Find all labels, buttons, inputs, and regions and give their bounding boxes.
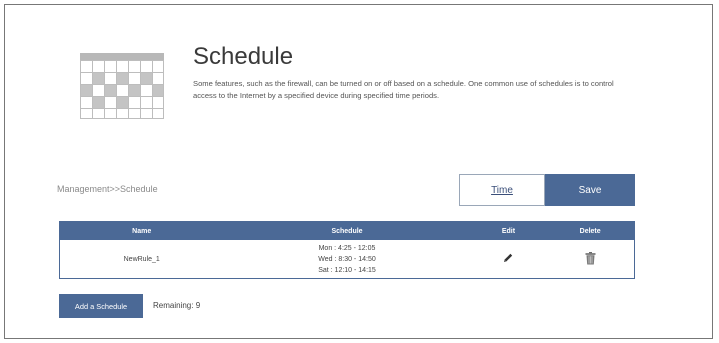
add-schedule-button[interactable]: Add a Schedule <box>59 294 143 318</box>
schedule-table: Name Schedule Edit Delete NewRule_1 Mon … <box>59 221 635 279</box>
page-title: Schedule <box>193 43 294 70</box>
breadcrumb: Management>>Schedule <box>57 184 158 194</box>
schedule-entry: Wed : 8:30 - 14:50 <box>318 255 376 263</box>
page-frame: Schedule Some features, such as the fire… <box>4 4 713 339</box>
pencil-icon[interactable] <box>502 252 514 266</box>
rule-name: NewRule_1 <box>123 255 160 263</box>
schedule-entry: Sat : 12:10 - 14:15 <box>318 266 376 274</box>
column-header-delete: Delete <box>579 227 601 235</box>
column-header-edit: Edit <box>501 227 516 235</box>
rule-schedule: Mon : 4:25 - 12:05 Wed : 8:30 - 14:50 Sa… <box>223 243 470 276</box>
table-row: NewRule_1 Mon : 4:25 - 12:05 Wed : 8:30 … <box>60 240 634 278</box>
remaining-count: Remaining: 9 <box>153 301 201 310</box>
trash-icon[interactable] <box>585 251 596 267</box>
save-button[interactable]: Save <box>545 174 635 206</box>
column-header-name: Name <box>132 227 152 235</box>
edit-cell <box>471 252 547 266</box>
schedule-entry: Mon : 4:25 - 12:05 <box>318 244 376 252</box>
time-button[interactable]: Time <box>459 174 545 206</box>
column-header-schedule: Schedule <box>331 227 363 235</box>
page-description: Some features, such as the firewall, can… <box>193 79 614 100</box>
calendar-icon <box>80 53 164 119</box>
delete-cell <box>546 251 634 267</box>
table-header: Name Schedule Edit Delete <box>60 222 634 240</box>
